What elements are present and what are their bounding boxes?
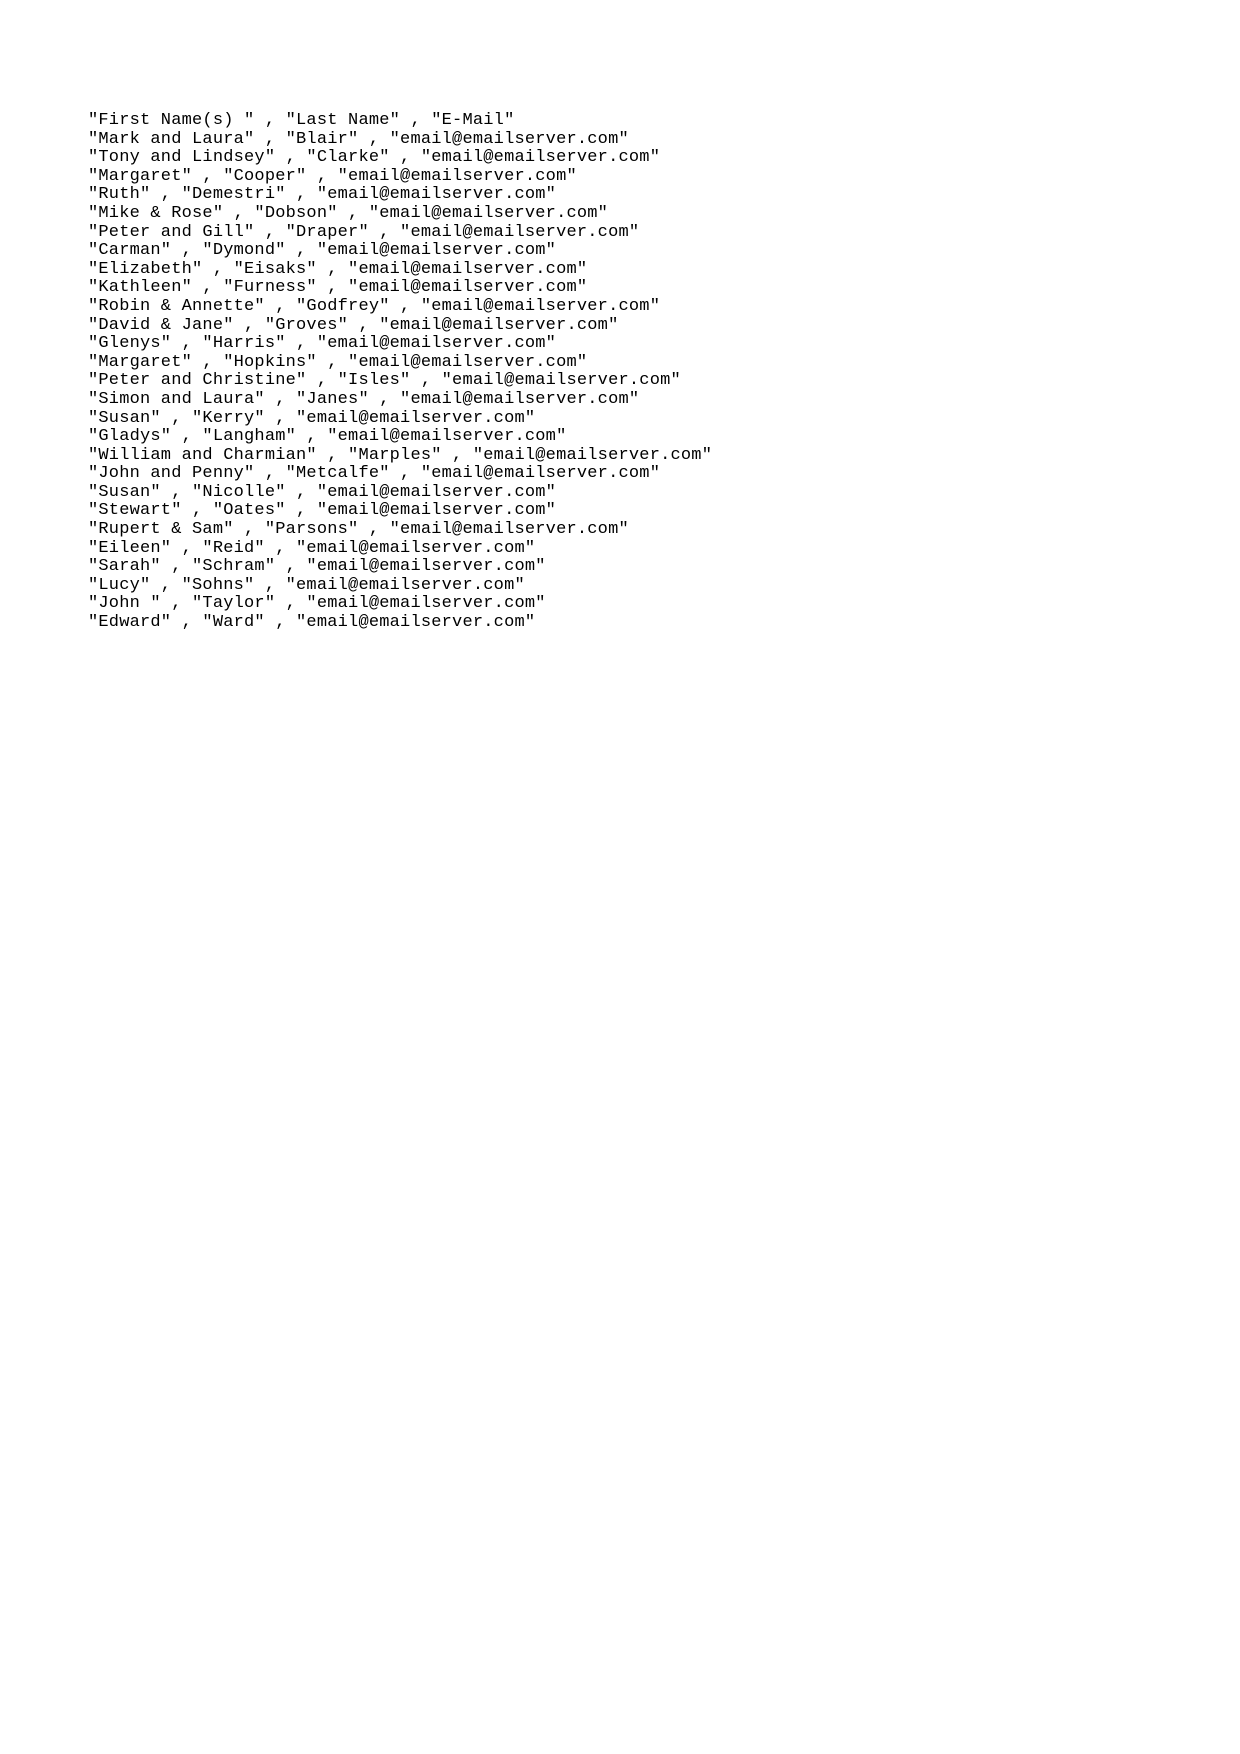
- csv-text-block: "First Name(s) " , "Last Name" , "E-Mail…: [0, 0, 1240, 633]
- csv-data-lines: "Mark and Laura" , "Blair" , "email@emai…: [88, 130, 712, 632]
- csv-header-line: "First Name(s) " , "Last Name" , "E-Mail…: [88, 111, 514, 130]
